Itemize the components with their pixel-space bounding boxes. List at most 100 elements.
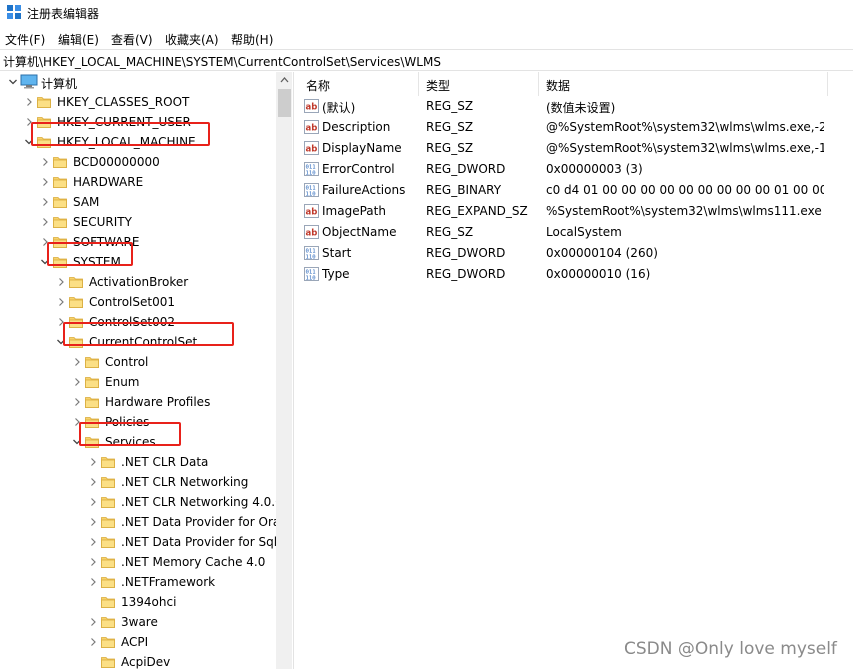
folder-icon bbox=[101, 595, 115, 609]
tree-node[interactable]: .NET CLR Networking 4.0.0 bbox=[0, 492, 283, 512]
value-row[interactable]: 011 110 Start REG_DWORD 0x00000104 (260) bbox=[298, 243, 853, 264]
column-divider[interactable] bbox=[827, 72, 828, 96]
tree-node[interactable]: AcpiDev bbox=[0, 652, 276, 669]
svg-text:110: 110 bbox=[306, 191, 316, 197]
key-tree-pane[interactable]: 计算机 HKEY_CLASSES_ROOT HKEY_CURRENT_USER HKE… bbox=[0, 72, 292, 669]
chevron-right-icon[interactable] bbox=[72, 356, 82, 368]
tree-node[interactable]: SECURITY bbox=[0, 212, 276, 232]
chevron-right-icon[interactable] bbox=[88, 476, 98, 488]
tree-node-label: AcpiDev bbox=[121, 655, 171, 669]
chevron-right-icon[interactable] bbox=[40, 216, 50, 228]
tree-node[interactable]: HKEY_CLASSES_ROOT bbox=[0, 92, 276, 112]
tree-node[interactable]: HARDWARE bbox=[0, 172, 276, 192]
tree-node[interactable]: SAM bbox=[0, 192, 276, 212]
string-value-icon: ab bbox=[304, 120, 319, 134]
chevron-right-icon[interactable] bbox=[40, 156, 50, 168]
column-header-name[interactable]: 名称 bbox=[298, 72, 330, 96]
scroll-up-arrow-icon[interactable] bbox=[276, 72, 292, 89]
menu-file[interactable]: 文件(F) bbox=[5, 31, 45, 48]
folder-icon bbox=[101, 475, 115, 489]
chevron-right-icon[interactable] bbox=[24, 96, 34, 108]
chevron-right-icon[interactable] bbox=[72, 376, 82, 388]
value-type: REG_SZ bbox=[426, 225, 474, 239]
value-row[interactable]: ab DisplayName REG_SZ @%SystemRoot%\system3… bbox=[298, 138, 853, 159]
menu-edit[interactable]: 编辑(E) bbox=[58, 31, 99, 48]
tree-node[interactable]: 3ware bbox=[0, 612, 276, 632]
tree-node[interactable]: SOFTWARE bbox=[0, 232, 276, 252]
value-type: REG_SZ bbox=[426, 120, 474, 134]
value-row[interactable]: ab ImagePath REG_EXPAND_SZ %SystemRoot%\sys… bbox=[298, 201, 853, 222]
string-value-icon: ab bbox=[304, 141, 319, 155]
value-row[interactable]: 011 110 Type REG_DWORD 0x00000010 (16) bbox=[298, 264, 853, 285]
chevron-down-icon[interactable] bbox=[8, 76, 18, 88]
tree-node-label: SECURITY bbox=[73, 215, 132, 229]
value-row[interactable]: ab Description REG_SZ @%SystemRoot%\system3… bbox=[298, 117, 853, 138]
binary-value-icon: 011 110 bbox=[304, 246, 319, 260]
menu-bar: 文件(F) 编辑(E) 查看(V) 收藏夹(A) 帮助(H) bbox=[0, 27, 853, 49]
value-name: ImagePath bbox=[322, 204, 386, 218]
chevron-right-icon[interactable] bbox=[40, 176, 50, 188]
chevron-right-icon[interactable] bbox=[72, 396, 82, 408]
address-bar[interactable]: 计算机\HKEY_LOCAL_MACHINE\SYSTEM\CurrentCon… bbox=[0, 49, 853, 71]
value-row[interactable]: 011 110 FailureActions REG_BINARY c0 d4 01 0… bbox=[298, 180, 853, 201]
scroll-thumb[interactable] bbox=[278, 89, 291, 117]
tree-node-label: 计算机 bbox=[41, 77, 78, 91]
tree-node[interactable]: BCD00000000 bbox=[0, 152, 276, 172]
tree-node[interactable]: .NET CLR Networking bbox=[0, 472, 276, 492]
computer-icon bbox=[20, 74, 38, 89]
tree-node[interactable]: 计算机 bbox=[0, 72, 276, 92]
value-type: REG_SZ bbox=[426, 99, 474, 113]
value-row[interactable]: ab ObjectName REG_SZ LocalSystem bbox=[298, 222, 853, 243]
tree-node-label: ControlSet001 bbox=[89, 295, 175, 309]
tree-node-label: .NET Memory Cache 4.0 bbox=[121, 555, 266, 569]
folder-icon bbox=[101, 515, 115, 529]
tree-node[interactable]: Enum bbox=[0, 372, 276, 392]
values-pane[interactable]: 名称 类型 数据 ab (默认) REG_SZ (数值未设置) ab Descriptio… bbox=[298, 72, 853, 669]
tree-node[interactable]: ACPI bbox=[0, 632, 276, 652]
tree-node-label: SAM bbox=[73, 195, 100, 209]
tree-node[interactable]: .NET Memory Cache 4.0 bbox=[0, 552, 276, 572]
folder-icon bbox=[85, 375, 99, 389]
chevron-right-icon[interactable] bbox=[56, 276, 66, 288]
tree-node[interactable]: .NET Data Provider for Sql bbox=[0, 532, 278, 552]
chevron-right-icon[interactable] bbox=[88, 456, 98, 468]
tree-node-label: Hardware Profiles bbox=[105, 395, 211, 409]
tree-node-label: 3ware bbox=[121, 615, 158, 629]
column-header-data[interactable]: 数据 bbox=[538, 72, 570, 96]
tree-node[interactable]: Hardware Profiles bbox=[0, 392, 276, 412]
tree-node[interactable]: .NETFramework bbox=[0, 572, 276, 592]
tree-node[interactable]: 1394ohci bbox=[0, 592, 276, 612]
column-header-type[interactable]: 类型 bbox=[418, 72, 450, 96]
chevron-right-icon[interactable] bbox=[56, 296, 66, 308]
value-row[interactable]: 011 110 ErrorControl REG_DWORD 0x00000003 (3… bbox=[298, 159, 853, 180]
value-row[interactable]: ab (默认) REG_SZ (数值未设置) bbox=[298, 96, 853, 117]
menu-help[interactable]: 帮助(H) bbox=[231, 31, 273, 48]
tree-node[interactable]: ActivationBroker bbox=[0, 272, 276, 292]
chevron-right-icon[interactable] bbox=[88, 516, 98, 528]
chevron-right-icon[interactable] bbox=[88, 576, 98, 588]
address-path[interactable]: 计算机\HKEY_LOCAL_MACHINE\SYSTEM\CurrentCon… bbox=[3, 53, 441, 70]
chevron-right-icon[interactable] bbox=[88, 616, 98, 628]
tree-scrollbar[interactable] bbox=[276, 72, 292, 669]
tree-node[interactable]: .NET Data Provider for Ora bbox=[0, 512, 280, 532]
chevron-right-icon[interactable] bbox=[88, 496, 98, 508]
tree-node[interactable]: .NET CLR Data bbox=[0, 452, 276, 472]
tree-node[interactable]: SYSTEM bbox=[0, 252, 276, 272]
chevron-right-icon[interactable] bbox=[88, 556, 98, 568]
folder-icon bbox=[37, 95, 51, 109]
chevron-right-icon[interactable] bbox=[88, 636, 98, 648]
tree-node[interactable]: Control bbox=[0, 352, 276, 372]
value-type: REG_DWORD bbox=[426, 246, 506, 260]
folder-icon bbox=[53, 215, 67, 229]
folder-icon bbox=[53, 195, 67, 209]
tree-node[interactable]: ControlSet001 bbox=[0, 292, 276, 312]
chevron-right-icon[interactable] bbox=[88, 536, 98, 548]
menu-favorites[interactable]: 收藏夹(A) bbox=[165, 31, 219, 48]
tree-node-label: .NET Data Provider for Sql bbox=[121, 535, 278, 549]
chevron-right-icon[interactable] bbox=[40, 196, 50, 208]
menu-view[interactable]: 查看(V) bbox=[111, 31, 153, 48]
folder-icon bbox=[101, 615, 115, 629]
tree-node-label: Control bbox=[105, 355, 149, 369]
svg-text:110: 110 bbox=[306, 254, 316, 260]
svg-text:ab: ab bbox=[306, 124, 318, 134]
